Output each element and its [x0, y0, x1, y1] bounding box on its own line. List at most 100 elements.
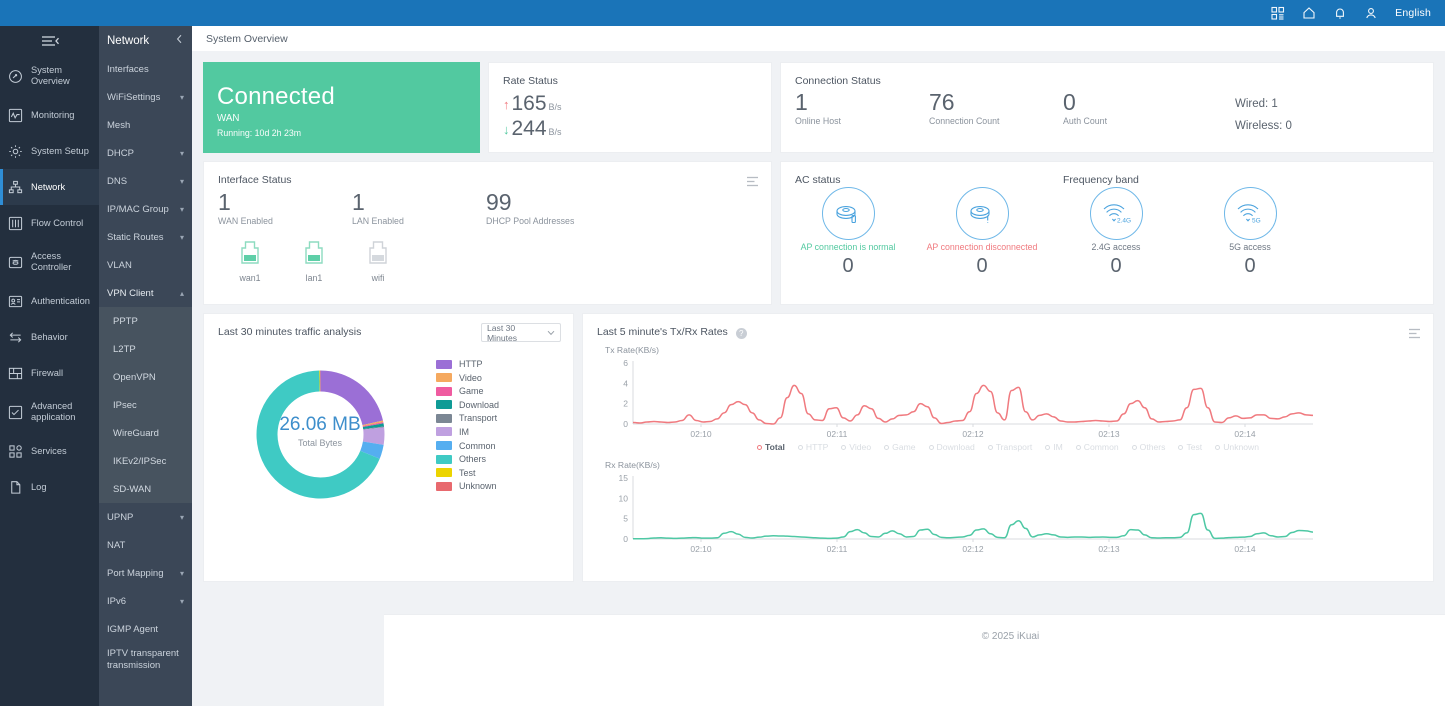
- nav2-subitem-pptp[interactable]: PPTP: [99, 307, 192, 335]
- nav2-item-wifisettings[interactable]: WiFiSettings ▾: [99, 83, 192, 111]
- donut-legend-item[interactable]: Test: [436, 468, 499, 478]
- dhcp-pool-label: DHCP Pool Addresses: [486, 216, 574, 226]
- donut-svg[interactable]: [243, 357, 398, 512]
- txrx-legend-item[interactable]: Unknown: [1215, 442, 1259, 452]
- nav2-item-port-mapping[interactable]: Port Mapping ▾: [99, 559, 192, 587]
- rx-rate-row: ↓ 244 B/s: [503, 117, 771, 141]
- legend-label: Common: [1084, 442, 1119, 452]
- sidebar-item-label: Services: [31, 446, 67, 457]
- nav2-item-dns[interactable]: DNS ▾: [99, 167, 192, 195]
- wifi-5g-icon: 5G: [1224, 187, 1277, 240]
- tx-rate-line-chart[interactable]: 024602:1002:1102:1202:1302:14: [593, 355, 1323, 440]
- legend-label: IM: [459, 427, 469, 437]
- nav2-item-igmp-agent[interactable]: IGMP Agent: [99, 615, 192, 643]
- list-icon[interactable]: [746, 174, 759, 192]
- legend-label: Test: [1186, 442, 1202, 452]
- series-line[interactable]: [633, 513, 1313, 538]
- nav2-item-iptv-transparent-transmission[interactable]: IPTV transparent transmission: [99, 643, 192, 677]
- txrx-legend-item[interactable]: Common: [1076, 442, 1119, 452]
- list-icon[interactable]: [1408, 326, 1421, 344]
- nav2-item-ipv6[interactable]: IPv6 ▾: [99, 587, 192, 615]
- dashboard-panel: Connected WAN Running: 10d 2h 23m Rate S…: [192, 51, 1445, 582]
- nav2-item-dhcp[interactable]: DHCP ▾: [99, 139, 192, 167]
- sidebar-item-system-setup[interactable]: System Setup: [0, 133, 99, 169]
- port-wifi[interactable]: wifi: [364, 239, 392, 283]
- txrx-legend-item[interactable]: HTTP: [798, 442, 828, 452]
- band-24g-item[interactable]: 2.4G 2.4G access 0: [1049, 187, 1183, 278]
- nav2-subitem-sd-wan[interactable]: SD-WAN: [99, 475, 192, 503]
- sidebar-item-network[interactable]: Network: [0, 169, 99, 205]
- donut-chart: 26.06 MB Total Bytes: [204, 357, 436, 512]
- nav2-subitem-ikev2-ipsec[interactable]: IKEv2/IPSec: [99, 447, 192, 475]
- home-icon[interactable]: [1302, 6, 1316, 20]
- question-mark-icon[interactable]: ?: [736, 328, 747, 339]
- donut-legend-item[interactable]: Transport: [436, 413, 499, 423]
- sidebar-item-authentication[interactable]: Authentication: [0, 283, 99, 319]
- chevron-left-icon[interactable]: [175, 34, 184, 47]
- language-selector[interactable]: English: [1395, 7, 1431, 19]
- x-tick-label: 02:12: [962, 429, 984, 439]
- band-5g-item[interactable]: 5G 5G access 0: [1183, 187, 1317, 278]
- sidebar-item-access-controller[interactable]: Access Controller: [0, 241, 99, 283]
- sidebar-item-services[interactable]: Services: [0, 433, 99, 469]
- txrx-legend-item[interactable]: IM: [1045, 442, 1063, 452]
- ap-normal-item[interactable]: AP connection is normal 0: [781, 187, 915, 278]
- donut-legend-item[interactable]: Common: [436, 441, 499, 451]
- legend-label: Common: [459, 441, 496, 451]
- bell-icon[interactable]: [1333, 6, 1347, 20]
- donut-legend-item[interactable]: HTTP: [436, 359, 499, 369]
- y-tick-label: 5: [623, 514, 628, 524]
- donut-legend-item[interactable]: IM: [436, 427, 499, 437]
- txrx-legend-item[interactable]: Transport: [988, 442, 1032, 452]
- port-wan1[interactable]: wan1: [236, 239, 264, 283]
- nav2-item-ip-mac-group[interactable]: IP/MAC Group ▾: [99, 195, 192, 223]
- gear-icon: [6, 144, 25, 159]
- donut-legend-item[interactable]: Game: [436, 386, 499, 396]
- connection-status-title: Connection Status: [781, 63, 1433, 87]
- nav2-item-mesh[interactable]: Mesh: [99, 111, 192, 139]
- txrx-legend-item[interactable]: Others: [1132, 442, 1166, 452]
- nav2-item-label: IPTV transparent transmission: [107, 648, 184, 672]
- apps-grid-icon[interactable]: [1271, 6, 1285, 20]
- txrx-legend-item[interactable]: Game: [884, 442, 915, 452]
- nav2-subitem-l2tp[interactable]: L2TP: [99, 335, 192, 363]
- nav2-subitem-ipsec[interactable]: IPsec: [99, 391, 192, 419]
- nav2-item-vlan[interactable]: VLAN: [99, 251, 192, 279]
- donut-slice[interactable]: [320, 371, 382, 426]
- donut-legend-item[interactable]: Unknown: [436, 481, 499, 491]
- sidebar-item-system-overview[interactable]: System Overview: [0, 55, 99, 97]
- nav2-item-vpn-client[interactable]: VPN Client ▴: [99, 279, 192, 307]
- ap-disconnected-item[interactable]: AP connection disconnected 0: [915, 187, 1049, 278]
- nav2-item-upnp[interactable]: UPNP ▾: [99, 503, 192, 531]
- time-range-select[interactable]: Last 30 Minutes: [481, 323, 561, 342]
- tx-rate-value: 165: [512, 92, 547, 116]
- series-line[interactable]: [633, 385, 1313, 424]
- donut-legend-item[interactable]: Video: [436, 373, 499, 383]
- collapse-menu-icon[interactable]: [0, 26, 99, 55]
- donut-legend-item[interactable]: Download: [436, 400, 499, 410]
- sidebar-item-advanced-application[interactable]: Advanced application: [0, 391, 99, 433]
- sidebar-item-firewall[interactable]: Firewall: [0, 355, 99, 391]
- nav2-subitem-label: IKEv2/IPSec: [113, 456, 166, 467]
- txrx-legend-item[interactable]: Total: [757, 442, 785, 452]
- port-lan1[interactable]: lan1: [300, 239, 328, 283]
- breadcrumb-label: System Overview: [206, 33, 288, 45]
- txrx-legend-item[interactable]: Test: [1178, 442, 1202, 452]
- nav2-item-label: Mesh: [107, 120, 130, 131]
- txrx-legend-item[interactable]: Download: [929, 442, 975, 452]
- sidebar-item-flow-control[interactable]: Flow Control: [0, 205, 99, 241]
- sidebar-item-monitoring[interactable]: Monitoring: [0, 97, 99, 133]
- sidebar-item-log[interactable]: Log: [0, 469, 99, 505]
- x-tick-label: 02:14: [1234, 429, 1256, 439]
- nav2-item-label: Static Routes: [107, 232, 164, 243]
- txrx-legend-item[interactable]: Video: [841, 442, 871, 452]
- nav2-item-static-routes[interactable]: Static Routes ▾: [99, 223, 192, 251]
- user-icon[interactable]: [1364, 6, 1378, 20]
- nav2-item-interfaces[interactable]: Interfaces: [99, 55, 192, 83]
- sidebar-item-behavior[interactable]: Behavior: [0, 319, 99, 355]
- nav2-subitem-wireguard[interactable]: WireGuard: [99, 419, 192, 447]
- nav2-subitem-openvpn[interactable]: OpenVPN: [99, 363, 192, 391]
- nav2-item-nat[interactable]: NAT: [99, 531, 192, 559]
- donut-legend-item[interactable]: Others: [436, 454, 499, 464]
- rx-rate-line-chart[interactable]: 05101502:1002:1102:1202:1302:14: [593, 470, 1323, 555]
